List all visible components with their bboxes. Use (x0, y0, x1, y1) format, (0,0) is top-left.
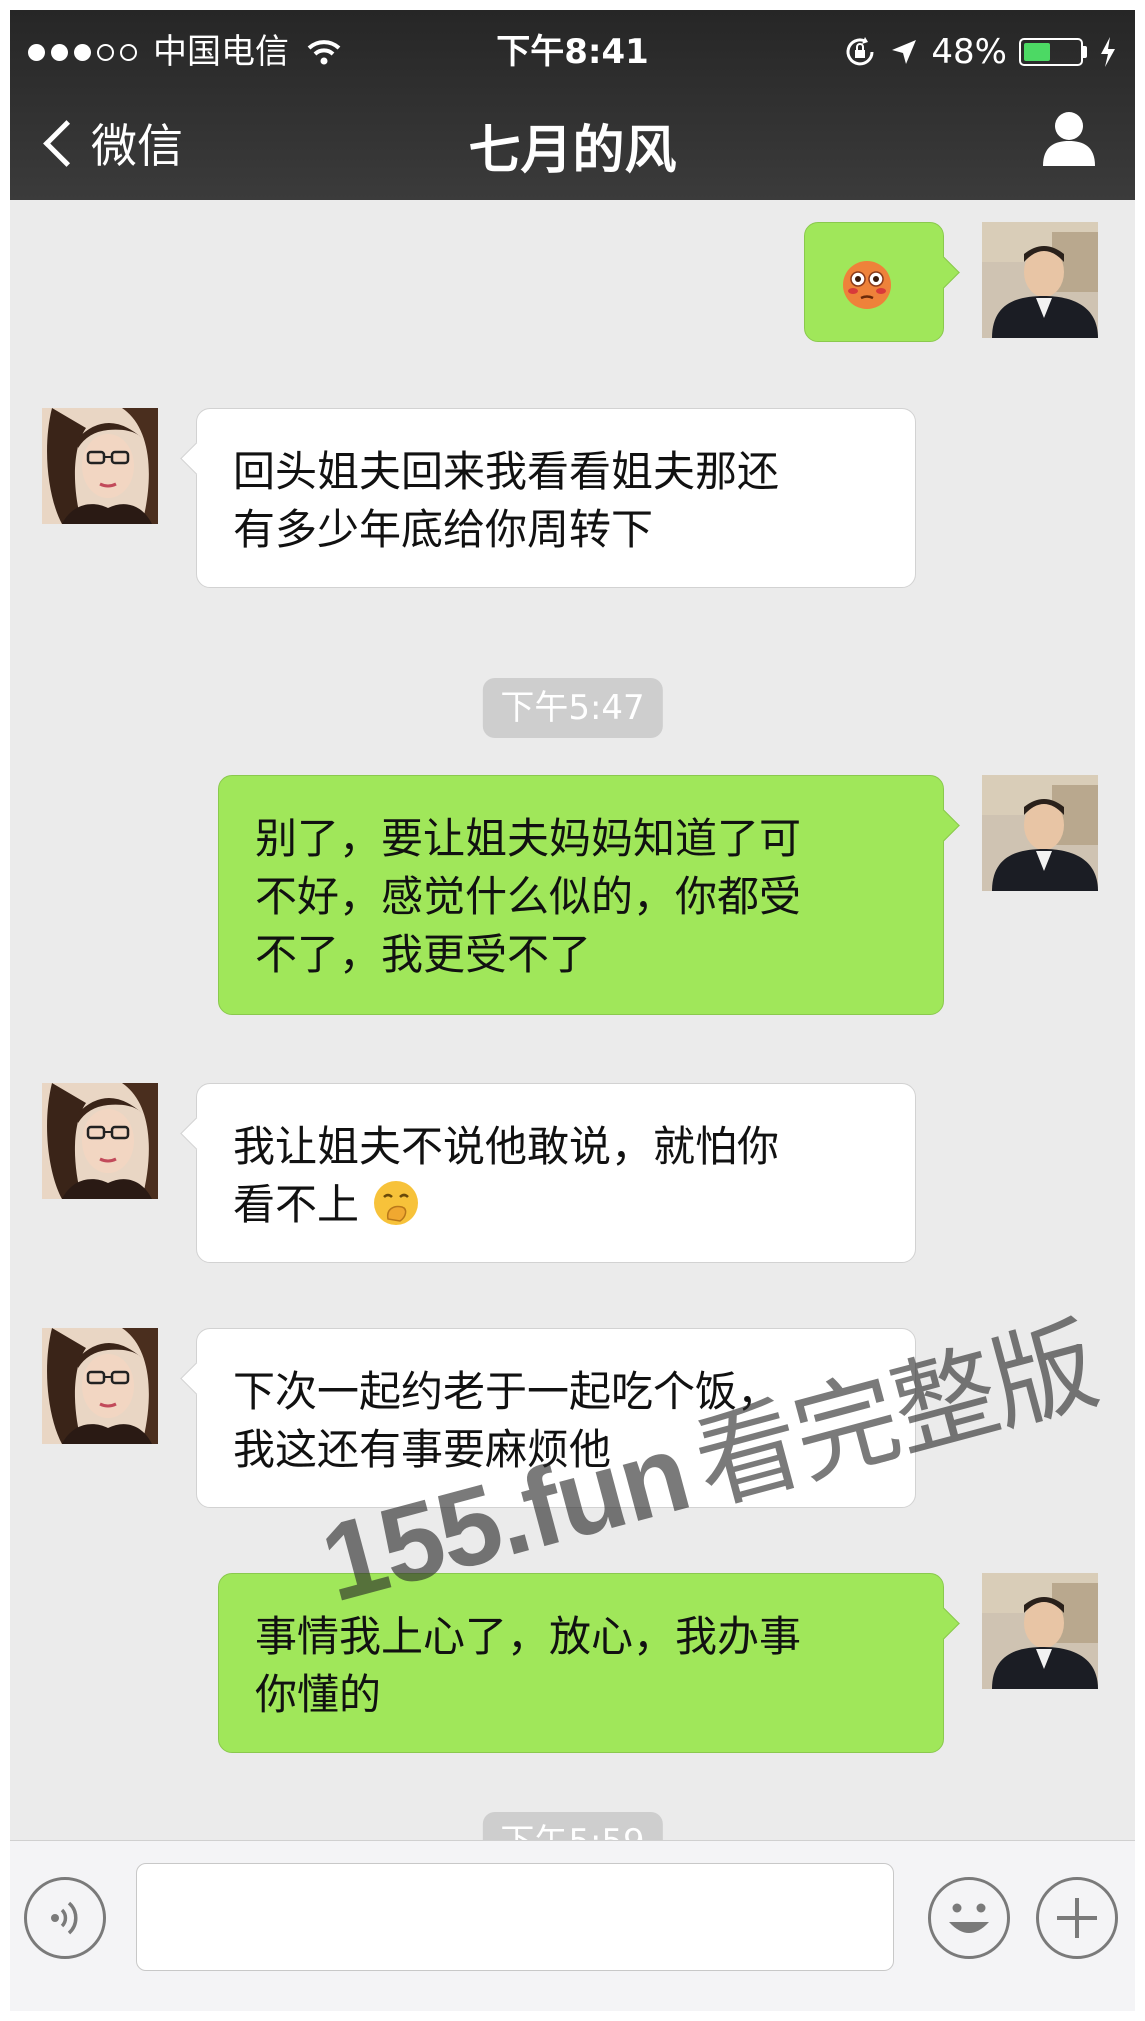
top-bar: 中国电信 下午8:41 48% 微信 七月的风 (10, 10, 1135, 200)
message-text-fragment: 看不上 (233, 1180, 360, 1229)
bubble-tail (927, 1607, 960, 1640)
voice-button[interactable] (24, 1877, 106, 1959)
emoji-icon (949, 1903, 989, 1933)
bubble-tail (180, 1117, 213, 1150)
avatar-contact[interactable] (42, 1328, 158, 1444)
avatar-self[interactable] (982, 222, 1098, 338)
voice-icon (51, 1901, 78, 1935)
message-text-line: 有多少年底给你周转下 (233, 505, 654, 554)
rotation-lock-icon (846, 37, 874, 66)
timestamp-pill: 下午5:59 (482, 1812, 663, 1840)
avatar-self[interactable] (982, 775, 1098, 891)
avatar-contact[interactable] (42, 408, 158, 524)
battery-icon (1019, 38, 1083, 66)
message-input[interactable] (136, 1863, 894, 1971)
plus-icon (1057, 1898, 1097, 1938)
battery-level (1024, 43, 1050, 61)
wechat-screen: 中国电信 下午8:41 48% 微信 七月的风 回头姐夫回来我看看姐夫那还 有多… (10, 10, 1135, 2011)
avatar-woman-image (42, 408, 158, 524)
battery-percent: 48% (931, 32, 1007, 72)
message-text-line: 回头姐夫回来我看看姐夫那还 (233, 447, 780, 496)
avatar-contact[interactable] (42, 1083, 158, 1199)
chat-area[interactable]: 回头姐夫回来我看看姐夫那还 有多少年底给你周转下 下午5:47 别了，要让姐夫妈… (10, 200, 1135, 1840)
message-text-line: 我让姐夫不说他敢说，就怕你 (233, 1122, 780, 1171)
hand-over-mouth-face-icon (374, 1181, 419, 1225)
avatar-man-image (982, 775, 1098, 891)
timestamp-pill: 下午5:47 (482, 678, 663, 738)
avatar-self[interactable] (982, 1573, 1098, 1689)
message-bubble-incoming[interactable]: 回头姐夫回来我看看姐夫那还 有多少年底给你周转下 (180, 408, 916, 588)
avatar-man-image (982, 1573, 1098, 1689)
message-text-line: 你懂的 (255, 1670, 382, 1719)
avatar-man-image (982, 222, 1098, 338)
status-right: 48% (843, 30, 1117, 74)
message-bubble-outgoing[interactable]: 别了，要让姐夫妈妈知道了可 不好，感觉什么似的，你都受 不了，我更受不了 (218, 775, 960, 1015)
message-text-line: 不了，我更受不了 (255, 930, 592, 979)
bubble-tail (927, 809, 960, 842)
bubble-tail (180, 442, 213, 475)
flushed-face-icon (843, 261, 891, 309)
chat-title: 七月的风 (468, 121, 677, 181)
message-bubble-outgoing[interactable] (804, 222, 960, 342)
avatar-woman-image (42, 1083, 158, 1199)
emoji-button[interactable] (928, 1877, 1010, 1959)
message-text-line: 别了，要让姐夫妈妈知道了可 (255, 814, 802, 863)
message-bubble-outgoing[interactable]: 事情我上心了，放心，我办事 你懂的 (218, 1573, 960, 1753)
message-text-line: 不好，感觉什么似的，你都受 (255, 872, 802, 921)
message-bubble-incoming[interactable]: 我让姐夫不说他敢说，就怕你 看不上 (180, 1083, 916, 1263)
more-button[interactable] (1036, 1877, 1118, 1959)
battery-tip (1083, 46, 1087, 58)
bubble-tail (180, 1362, 213, 1395)
message-text-line: 看不上 (233, 1176, 881, 1234)
charging-bolt-icon (1101, 37, 1115, 67)
profile-icon[interactable] (1039, 108, 1099, 168)
avatar-woman-image (42, 1328, 158, 1444)
bubble-tail (927, 256, 960, 289)
location-arrow-icon (892, 40, 917, 64)
input-bar (10, 1840, 1135, 2011)
